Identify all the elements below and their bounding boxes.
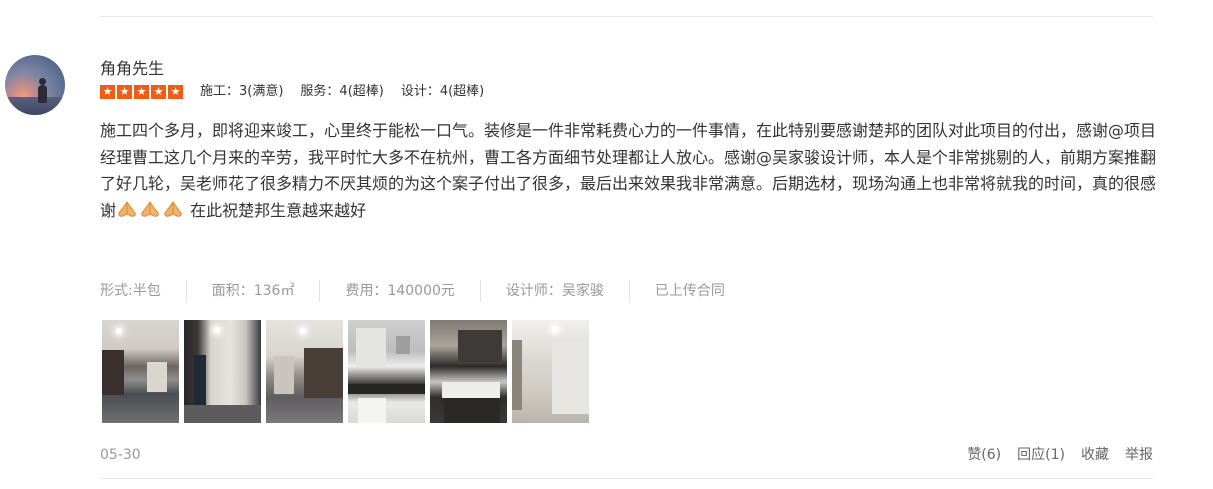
reply-button[interactable]: 回应(1) xyxy=(1017,445,1065,465)
review-actions: 赞(6) 回应(1) 收藏 举报 xyxy=(967,445,1153,465)
report-button[interactable]: 举报 xyxy=(1125,445,1153,465)
star-icon: ★ xyxy=(134,85,149,99)
bottom-divider xyxy=(100,478,1153,479)
meta-divider xyxy=(185,280,187,302)
praying-hands-icon xyxy=(162,200,184,220)
meta-divider xyxy=(319,280,321,302)
rating-construction: 施工：3(满意) xyxy=(200,84,284,99)
star-icon: ★ xyxy=(168,85,183,99)
review-photo[interactable] xyxy=(184,320,261,423)
avatar[interactable] xyxy=(5,55,65,115)
meta-area: 面积：136㎡ xyxy=(211,283,295,299)
star-icon: ★ xyxy=(151,85,166,99)
star-rating: ★ ★ ★ ★ ★ xyxy=(100,85,183,99)
rating-details: 施工：3(满意) 服务：4(超棒) 设计：4(超棒) xyxy=(200,83,484,101)
review-text-tail: 在此祝楚邦生意越来越好 xyxy=(185,200,367,220)
review-photo[interactable] xyxy=(348,320,425,423)
review-photo[interactable] xyxy=(266,320,343,423)
review-content: 施工四个多月，即将迎来竣工，心里终于能松一口气。装修是一件非常耗费心力的一件事情… xyxy=(100,118,1160,224)
username[interactable]: 角角先生 xyxy=(100,58,164,80)
top-divider xyxy=(100,16,1153,17)
meta-divider xyxy=(628,280,630,302)
review-photo[interactable] xyxy=(430,320,507,423)
meta-divider xyxy=(479,280,481,302)
rating-design: 设计：4(超棒) xyxy=(400,84,485,99)
rating-service: 服务：4(超棒) xyxy=(300,84,384,99)
favorite-button[interactable]: 收藏 xyxy=(1081,445,1109,465)
meta-contract: 已上传合同 xyxy=(654,283,725,299)
project-meta: 形式:半包 面积：136㎡ 费用：140000元 设计师：吴家骏 已上传合同 xyxy=(100,280,725,302)
review-photo[interactable] xyxy=(102,320,179,423)
meta-designer: 设计师：吴家骏 xyxy=(505,283,604,299)
photo-gallery xyxy=(102,320,589,423)
praying-hands-icon xyxy=(116,200,138,220)
review-photo[interactable] xyxy=(512,320,589,423)
like-button[interactable]: 赞(6) xyxy=(967,445,1001,465)
meta-cost: 费用：140000元 xyxy=(345,283,455,299)
star-icon: ★ xyxy=(100,85,115,99)
praying-hands-icon xyxy=(139,200,161,220)
star-icon: ★ xyxy=(117,85,132,99)
meta-form: 形式:半包 xyxy=(100,283,161,299)
review-date: 05-30 xyxy=(100,447,141,463)
